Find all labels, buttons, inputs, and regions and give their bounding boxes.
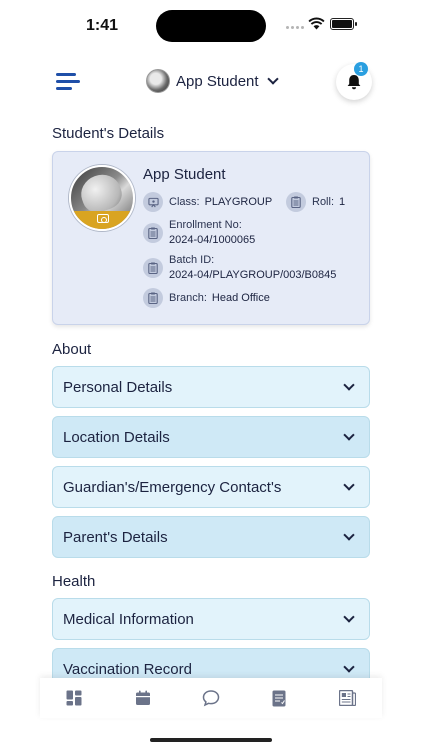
student-details-heading: Student's Details (52, 125, 165, 142)
news-icon (339, 690, 357, 706)
accordion-location-details[interactable]: Location Details (52, 416, 370, 458)
camera-icon (97, 214, 109, 223)
roll-row: Roll: 1 (286, 192, 345, 212)
chevron-down-icon (343, 479, 355, 491)
user-switcher[interactable]: App Student (146, 69, 279, 93)
notification-count-badge: 1 (354, 62, 368, 76)
enrollment-value: 2024-04/1000065 (169, 234, 256, 246)
cellular-signal-icon (286, 26, 304, 29)
nav-dashboard[interactable] (62, 686, 86, 710)
class-row: Class: PLAYGROUP (143, 192, 272, 212)
calendar-icon (135, 690, 150, 705)
chevron-down-icon (343, 529, 355, 541)
accordion-personal-details[interactable]: Personal Details (52, 366, 370, 408)
batch-icon (143, 258, 163, 278)
branch-label: Branch: (169, 292, 207, 304)
roll-value: 1 (339, 196, 346, 208)
user-switcher-name: App Student (176, 72, 259, 90)
change-photo-strip[interactable] (71, 211, 133, 229)
accordion-label: Medical Information (63, 610, 194, 628)
dashboard-icon (66, 690, 82, 706)
batch-label: Batch ID: (169, 254, 215, 266)
hamburger-menu-icon[interactable] (56, 71, 80, 91)
enrollment-icon (143, 223, 163, 243)
health-heading: Health (52, 573, 96, 590)
student-card: App Student Class: PLAYGROUP Roll: 1 Enr… (52, 151, 370, 325)
branch-row: Branch: Head Office (143, 288, 270, 308)
batch-row: Batch ID: 2024-04/PLAYGROUP/003/B0845 (143, 253, 336, 283)
status-bar: 1:41 (0, 0, 422, 52)
battery-icon (330, 18, 357, 30)
roll-icon (286, 192, 306, 212)
chevron-down-icon (343, 429, 355, 441)
roll-label: Roll: (312, 196, 335, 208)
chat-icon (202, 690, 220, 707)
nav-reports[interactable] (267, 686, 291, 710)
notification-button[interactable]: 1 (336, 62, 372, 100)
accordion-label: Vaccination Record (63, 660, 192, 678)
student-name: App Student (143, 166, 226, 183)
home-indicator[interactable] (150, 738, 272, 742)
enrollment-row: Enrollment No: 2024-04/1000065 (143, 218, 255, 248)
accordion-medical-information[interactable]: Medical Information (52, 598, 370, 640)
chevron-down-icon (266, 73, 279, 85)
nav-news[interactable] (336, 686, 360, 710)
accordion-label: Parent's Details (63, 528, 168, 546)
class-value: PLAYGROUP (204, 196, 273, 208)
accordion-label: Location Details (63, 428, 170, 446)
branch-value: Head Office (211, 292, 270, 304)
wifi-icon (308, 17, 325, 30)
nav-chat[interactable] (199, 686, 223, 710)
dynamic-island (156, 10, 266, 42)
enrollment-label: Enrollment No: (169, 219, 242, 231)
chevron-down-icon (343, 661, 355, 673)
accordion-label: Personal Details (63, 378, 173, 396)
accordion-guardian-contacts[interactable]: Guardian's/Emergency Contact's (52, 466, 370, 508)
class-icon (143, 192, 163, 212)
chevron-down-icon (343, 611, 355, 623)
status-time: 1:41 (86, 17, 119, 34)
user-avatar (146, 69, 170, 93)
batch-value: 2024-04/PLAYGROUP/003/B0845 (169, 269, 337, 281)
chevron-down-icon (343, 379, 355, 391)
app-header: App Student 1 (0, 60, 422, 104)
student-avatar[interactable] (69, 165, 135, 231)
about-heading: About (52, 341, 92, 358)
accordion-parent-details[interactable]: Parent's Details (52, 516, 370, 558)
nav-calendar[interactable] (131, 686, 155, 710)
accordion-label: Guardian's/Emergency Contact's (63, 478, 282, 496)
class-label: Class: (169, 196, 200, 208)
report-icon (272, 690, 286, 706)
bottom-navigation (40, 678, 382, 718)
branch-icon (143, 288, 163, 308)
